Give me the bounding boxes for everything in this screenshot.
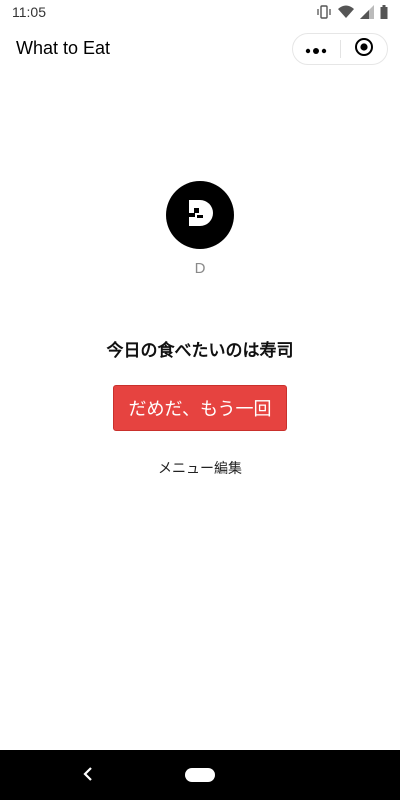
main-content: D 今日の食べたいのは寿司 だめだ、もう一回 メニュー編集 (0, 74, 400, 750)
back-button[interactable] (78, 765, 98, 785)
retry-button-label: だめだ、もう一回 (128, 399, 272, 420)
status-bar: 11:05 (0, 0, 400, 24)
status-icons (316, 4, 388, 20)
logo (166, 181, 234, 249)
home-pill-icon[interactable] (185, 768, 215, 782)
wifi-icon (338, 5, 354, 19)
retry-button[interactable]: だめだ、もう一回 (113, 385, 287, 431)
app-screen: 11:05 What to Eat D 今日の食べたいのは寿司 だめだ、もう一回… (0, 0, 400, 800)
nav-bar: What to Eat (0, 24, 400, 74)
capsule-menu (292, 33, 388, 65)
vibrate-icon (316, 5, 332, 19)
target-circle-icon (354, 37, 374, 61)
page-title: What to Eat (16, 38, 111, 58)
d-logo-icon (183, 196, 217, 234)
system-nav-bar (0, 750, 400, 800)
result-text: 今日の食べたいのは寿司 (106, 341, 294, 361)
more-dots-icon (305, 40, 327, 59)
back-chevron-icon (83, 766, 93, 785)
signal-icon (360, 5, 374, 19)
more-button[interactable] (293, 34, 340, 64)
battery-icon (380, 5, 388, 19)
edit-menu-link[interactable]: メニュー編集 (0, 458, 400, 478)
logo-caption: D (194, 260, 206, 277)
close-miniapp-button[interactable] (341, 34, 388, 64)
status-time: 11:05 (12, 4, 46, 20)
